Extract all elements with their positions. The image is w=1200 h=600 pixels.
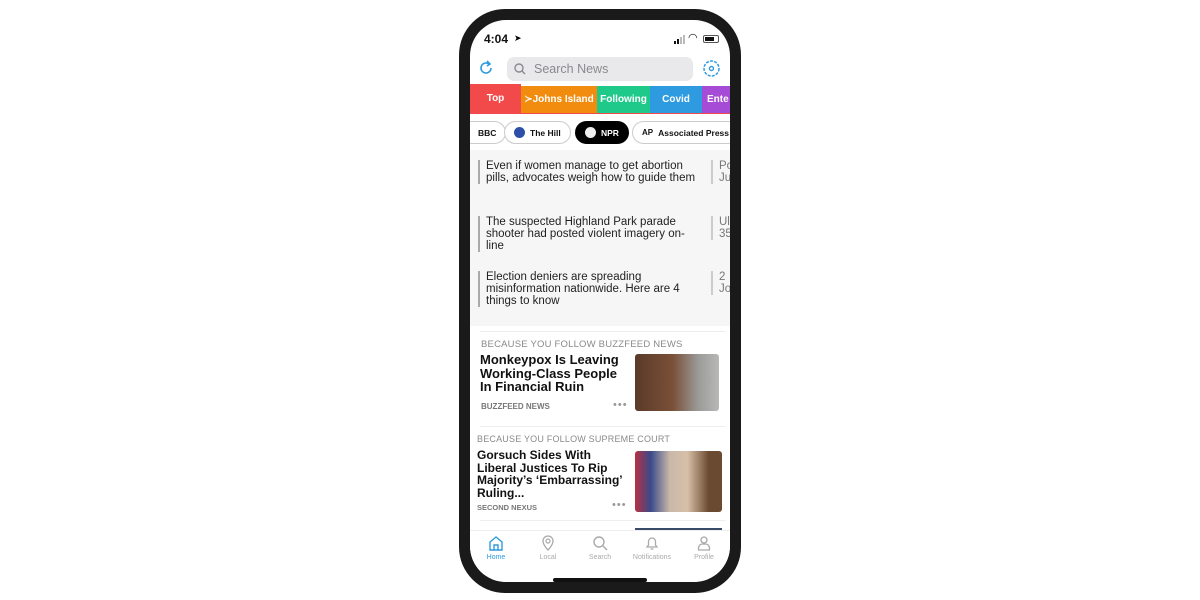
- chip-label: The Hill: [530, 127, 561, 138]
- search-icon: [593, 536, 608, 551]
- tab-home[interactable]: Home: [470, 535, 522, 561]
- tab-notifications[interactable]: Notifications: [626, 535, 678, 561]
- tab-top[interactable]: Top: [470, 84, 521, 113]
- article-card[interactable]: BECAUSE YOU FOLLOW SUPREME COURT Gorsuch…: [470, 427, 730, 519]
- ap-logo-icon: AP: [642, 128, 654, 137]
- more-options-button[interactable]: •••: [612, 499, 627, 511]
- card-title: Gorsuch Sides With Liberal Justices To R…: [477, 448, 622, 500]
- npr-logo-icon: [585, 127, 596, 138]
- headline-item-next[interactable]: Ul 35: [711, 216, 730, 240]
- search-input[interactable]: Search News: [507, 57, 693, 81]
- status-time: 4:04: [484, 32, 509, 46]
- chip-label: BBC: [478, 127, 497, 138]
- the-hill-logo-icon: [514, 127, 525, 138]
- chip-label: Associated Press: [658, 127, 729, 138]
- search-icon: [514, 63, 526, 75]
- headline-item[interactable]: Even if women manage to get abortion pil…: [478, 160, 700, 184]
- tab-label: Local: [539, 554, 557, 561]
- tab-profile[interactable]: Profile: [678, 535, 730, 561]
- article-card[interactable]: BECAUSE YOU FOLLOW BUZZFEED NEWS Monkeyp…: [470, 332, 730, 420]
- more-options-button[interactable]: •••: [613, 399, 628, 411]
- tab-local[interactable]: Local: [522, 535, 574, 561]
- headline-item[interactable]: Election deniers are spreading misinform…: [478, 271, 700, 307]
- tab-entertainment[interactable]: Ente: [702, 86, 730, 113]
- chip-label: NPR: [601, 127, 619, 138]
- card-title: Monkeypox Is Leaving Working-Class Peopl…: [480, 352, 619, 394]
- tab-label: Home: [486, 554, 506, 561]
- bell-icon: [645, 537, 659, 550]
- tab-label: Profile: [694, 554, 714, 561]
- home-indicator: [553, 578, 647, 582]
- card-source: BUZZFEED NEWS: [481, 402, 550, 411]
- battery-icon: [703, 35, 719, 43]
- source-chip-bbc[interactable]: BBC: [470, 121, 507, 144]
- search-placeholder: Search News: [534, 62, 609, 76]
- headline-item[interactable]: The suspected Highland Park parade shoot…: [478, 216, 700, 252]
- headline-item-next[interactable]: Po Ju: [711, 160, 730, 184]
- divider: [480, 520, 725, 521]
- article-image: [635, 451, 722, 512]
- tab-covid[interactable]: Covid: [650, 86, 702, 113]
- screen: 4:04 ➤ ◠ Search News Top ≻Johns Island F…: [470, 20, 730, 582]
- article-image: [635, 354, 719, 411]
- refresh-icon[interactable]: [477, 59, 495, 77]
- source-chip-npr[interactable]: NPR: [575, 121, 629, 144]
- home-icon: [489, 536, 503, 551]
- tab-johns-island[interactable]: ≻Johns Island: [521, 86, 597, 113]
- tab-following[interactable]: Following: [597, 86, 650, 113]
- location-arrow-icon: ➤: [514, 33, 522, 43]
- tab-search[interactable]: Search: [574, 535, 626, 561]
- tab-label: Notifications: [632, 554, 672, 561]
- headline-item-next[interactable]: 2 Jo: [711, 271, 730, 295]
- card-kicker: BECAUSE YOU FOLLOW BUZZFEED NEWS: [481, 339, 683, 350]
- person-icon: [697, 536, 711, 551]
- signal-icon: [674, 35, 685, 44]
- source-chip-associated-press[interactable]: AP Associated Press: [632, 121, 730, 144]
- wifi-icon: ◠: [688, 32, 698, 44]
- card-source: SECOND NEXUS: [477, 503, 538, 512]
- location-pin-icon: [542, 535, 554, 551]
- card-kicker: BECAUSE YOU FOLLOW SUPREME COURT: [477, 434, 671, 444]
- source-chip-the-hill[interactable]: The Hill: [504, 121, 571, 144]
- tab-label: Search: [588, 554, 612, 561]
- settings-icon[interactable]: [702, 59, 721, 78]
